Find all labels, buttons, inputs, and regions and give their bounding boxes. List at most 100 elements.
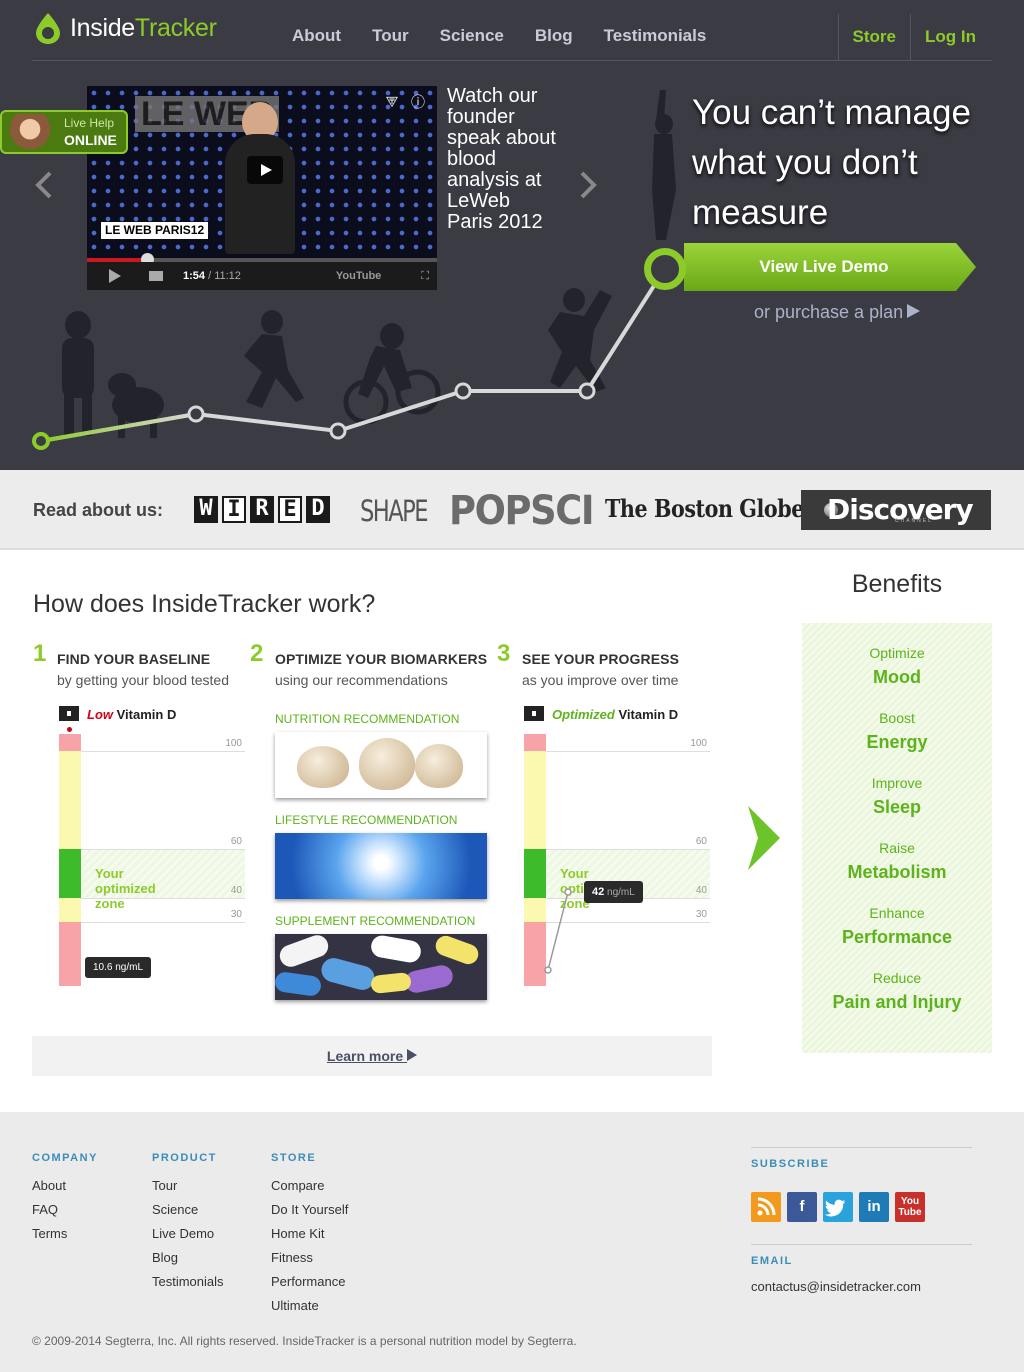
step-subtitle: as you improve over time <box>522 672 679 688</box>
step-number: 1 <box>33 640 47 667</box>
gridline <box>81 849 245 850</box>
footer-link-science[interactable]: Science <box>152 1198 224 1222</box>
learn-more-link[interactable]: Learn more <box>327 1048 418 1064</box>
share-icon[interactable]: ⮗ <box>385 92 399 116</box>
footer-link-tour[interactable]: Tour <box>152 1174 224 1198</box>
video-frame[interactable]: LE WEB LE WEB PARIS12 ⮗ ⓘ <box>87 86 437 258</box>
nav-about[interactable]: About <box>292 26 341 46</box>
nav-login[interactable]: Log In <box>925 27 976 47</box>
video-play-button[interactable] <box>247 156 283 184</box>
range-normal-upper <box>59 751 81 849</box>
recommendation-label: NUTRITION RECOMMENDATION <box>275 712 460 726</box>
nutrition-recommendation: NUTRITION RECOMMENDATION <box>275 712 487 798</box>
arrow-right-icon <box>748 806 780 870</box>
youtube-icon[interactable]: YouTube <box>336 270 381 282</box>
benefit-item: Enhance Performance <box>841 905 953 947</box>
footer-link-testimonials[interactable]: Testimonials <box>152 1270 224 1294</box>
nav-testimonials[interactable]: Testimonials <box>604 26 707 46</box>
wired-logo[interactable]: W I R E D <box>194 496 330 523</box>
nav-divider <box>910 14 912 60</box>
wired-letter: E <box>278 496 302 523</box>
step-subtitle: by getting your blood tested <box>57 672 230 688</box>
supplement-recommendation: SUPPLEMENT RECOMMENDATION <box>275 914 487 1000</box>
footer-link-compare[interactable]: Compare <box>271 1174 348 1198</box>
facebook-icon[interactable]: f <box>787 1192 817 1222</box>
range-optimal <box>59 849 81 898</box>
footer-link-faq[interactable]: FAQ <box>32 1198 98 1222</box>
footer-link-terms[interactable]: Terms <box>32 1222 98 1246</box>
footer-link-live-demo[interactable]: Live Demo <box>152 1222 224 1246</box>
copyright: © 2009-2014 Segterra, Inc. All rights re… <box>32 1334 577 1348</box>
nav-tour[interactable]: Tour <box>372 26 409 46</box>
optimized-zone-label: Your optimized zone <box>95 866 156 911</box>
journey-goal-node <box>644 248 686 290</box>
video-controls: 1:54 / 11:12 YouTube ⛶ <box>87 262 437 290</box>
play-icon[interactable] <box>109 269 121 283</box>
play-arrow-icon <box>407 1049 418 1061</box>
benefit-item: Boost Energy <box>866 710 928 752</box>
carousel-prev-icon[interactable] <box>32 170 56 200</box>
step-title: SEE YOUR PROGRESS <box>522 651 680 667</box>
view-demo-button[interactable]: View Live Demo <box>684 243 954 291</box>
rss-icon[interactable] <box>751 1192 781 1222</box>
footer-link-performance[interactable]: Performance <box>271 1270 348 1294</box>
discovery-logo[interactable]: Discovery CHANNEL <box>801 490 991 530</box>
footer-heading: STORE <box>271 1152 317 1164</box>
agent-avatar <box>6 114 54 152</box>
footer-link-home-kit[interactable]: Home Kit <box>271 1222 348 1246</box>
contact-email[interactable]: contactus@insidetracker.com <box>751 1279 921 1294</box>
step-title: OPTIMIZE YOUR BIOMARKERS <box>275 651 488 667</box>
footer-heading: COMPANY <box>32 1152 98 1164</box>
tick-label: 60 <box>230 836 242 847</box>
nav-blog[interactable]: Blog <box>535 26 573 46</box>
purchase-plan-link[interactable]: or purchase a plan <box>754 302 921 323</box>
wired-letter: D <box>306 496 330 523</box>
droplet-icon <box>524 706 544 721</box>
mushrooms-image <box>275 732 487 798</box>
video-top-icons: ⮗ ⓘ <box>385 92 425 116</box>
volume-icon[interactable] <box>149 271 163 281</box>
wired-letter: R <box>250 496 274 523</box>
popsci-logo[interactable]: POPSCI <box>449 488 595 534</box>
footer-link-blog[interactable]: Blog <box>152 1246 224 1270</box>
youtube-icon[interactable]: YouTube <box>895 1192 925 1222</box>
footer-company: COMPANY About FAQ Terms <box>32 1152 98 1246</box>
info-icon[interactable]: ⓘ <box>411 92 425 116</box>
brand-logo[interactable]: InsideTracker <box>32 12 217 44</box>
video-player[interactable]: LE WEB LE WEB PARIS12 ⮗ ⓘ 1:54 / 11:12 Y… <box>87 86 437 290</box>
tick-label: 100 <box>690 738 707 749</box>
nav-divider <box>837 14 839 60</box>
chart-header: Optimized Vitamin D <box>524 706 678 722</box>
value-tag: 10.6 ng/mL <box>85 957 152 978</box>
benefit-item: Reduce Pain and Injury <box>832 970 962 1012</box>
how-it-works-title: How does InsideTracker work? <box>33 590 376 618</box>
twitter-icon[interactable] <box>823 1192 853 1222</box>
footer-link-diy[interactable]: Do It Yourself <box>271 1198 348 1222</box>
chart-header: Low Vitamin D <box>59 706 176 722</box>
wired-letter: I <box>222 496 246 523</box>
lifestyle-recommendation: LIFESTYLE RECOMMENDATION <box>275 813 487 899</box>
carousel-next-icon[interactable] <box>576 170 600 200</box>
tick-label: 30 <box>695 909 707 920</box>
main-nav: About Tour Science Blog Testimonials <box>292 26 737 46</box>
footer-link-ultimate[interactable]: Ultimate <box>271 1294 348 1318</box>
droplet-icon <box>36 13 60 44</box>
low-indicator-dot <box>67 727 72 732</box>
boston-globe-logo[interactable]: The Boston Globe <box>605 494 804 523</box>
range-high <box>59 734 81 751</box>
nav-store[interactable]: Store <box>853 27 896 47</box>
footer-divider <box>751 1147 972 1148</box>
live-help-status: ONLINE <box>64 132 117 148</box>
linkedin-icon[interactable]: in <box>859 1192 889 1222</box>
footer-link-about[interactable]: About <box>32 1174 98 1198</box>
step-subtitle: using our recommendations <box>275 672 448 688</box>
footer-link-fitness[interactable]: Fitness <box>271 1246 348 1270</box>
tick-label: 30 <box>230 909 242 920</box>
benefits-title: Benefits <box>851 570 943 598</box>
step-number: 2 <box>250 640 264 667</box>
nav-science[interactable]: Science <box>440 26 504 46</box>
fullscreen-icon[interactable]: ⛶ <box>421 270 429 283</box>
live-help-badge[interactable]: Live Help ONLINE <box>0 110 128 154</box>
shape-logo[interactable]: SHAPE <box>360 494 429 528</box>
tick-label: 40 <box>695 885 707 896</box>
